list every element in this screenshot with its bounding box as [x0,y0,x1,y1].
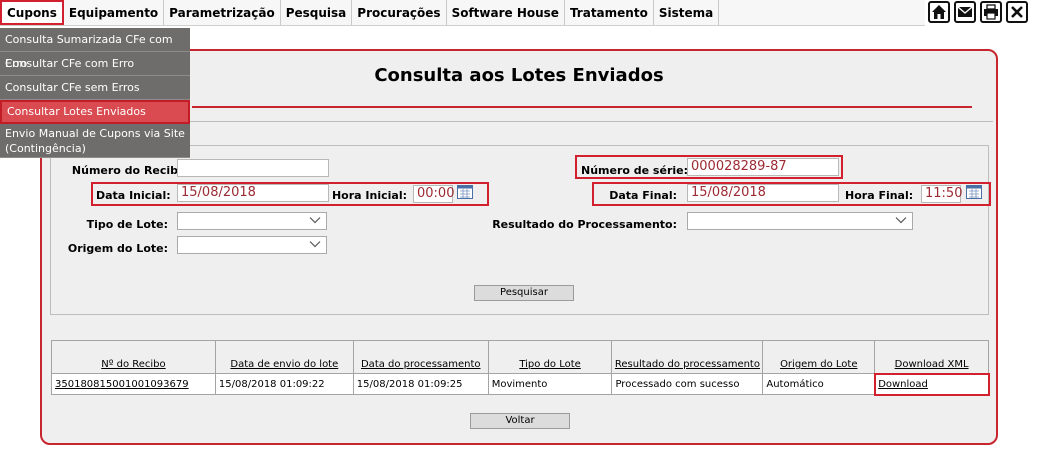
data-final-input[interactable]: 15/08/2018 [687,184,839,202]
menu-item-consultar-lotes-enviados[interactable]: Consultar Lotes Enviados [0,100,190,124]
menu-sistema[interactable]: Sistema [654,0,720,25]
envio-manual-line1: Envio Manual de Cupons via Site [5,127,185,140]
recibo-link[interactable]: 350180815001001093679 [55,379,189,390]
tipo-lote-select[interactable] [177,212,327,230]
mail-button[interactable] [954,1,976,23]
col-header-tipo-lote[interactable]: Tipo do Lote [487,340,613,374]
close-button[interactable] [1006,1,1028,23]
resultado-processamento-label: Resultado do Processamento: [492,218,677,231]
chevron-down-icon [309,241,321,248]
menu-item-consultar-cfe-sem-erros[interactable]: Consultar CFe sem Erros [0,76,190,100]
top-menu-bar: Cupons Equipamento Parametrização Pesqui… [0,0,925,26]
hora-inicial-input[interactable]: 00:00 [413,185,454,203]
menu-cupons[interactable]: Cupons [0,0,64,25]
calendar-icon[interactable] [457,185,473,199]
voltar-button[interactable]: Voltar [470,413,570,429]
toolbar [928,1,1028,23]
mail-icon [957,6,973,17]
col-header-data-envio[interactable]: Data de envio do lote [214,340,354,374]
hora-final-input[interactable]: 11:50 [921,185,962,203]
col-header-download[interactable]: Download XML [874,340,989,374]
tipo-lote-label: Tipo de Lote: [86,218,168,231]
cell-resultado: Processado com sucesso [611,373,764,395]
menu-procuracoes[interactable]: Procurações [352,0,447,25]
table-row: 350180815001001093679 15/08/2018 01:09:2… [51,372,990,396]
close-icon [1011,6,1023,18]
menu-parametrizacao[interactable]: Parametrização [164,0,281,25]
col-header-recibo[interactable]: Nº do Recibo [51,340,216,374]
download-link[interactable]: Download [878,379,928,390]
menu-equipamento[interactable]: Equipamento [64,0,165,25]
print-icon [984,4,998,20]
table-header-row: Nº do Recibo Data de envio do lote Data … [51,340,989,374]
menu-item-envio-manual[interactable]: Envio Manual de Cupons via Site (Conting… [0,124,190,158]
col-header-origem[interactable]: Origem do Lote [762,340,876,374]
numero-recibo-input[interactable] [177,159,329,177]
calendar-icon[interactable] [966,185,982,199]
hora-final-label: Hora Final: [845,189,914,202]
resultado-processamento-select[interactable] [687,212,913,230]
origem-lote-label: Origem do Lote: [67,242,168,255]
menu-item-consulta-sumarizada[interactable]: Consulta Sumarizada CFe com Erro [0,28,190,70]
numero-recibo-label: Número do Recibo: [71,164,190,177]
data-inicial-input[interactable]: 15/08/2018 [177,184,329,202]
chevron-down-icon [309,217,321,224]
cell-data-processamento: 15/08/2018 01:09:25 [352,373,489,395]
cell-tipo: Movimento [487,373,613,395]
home-icon [932,5,946,19]
data-inicial-label: Data Inicial: [96,189,171,202]
col-header-resultado[interactable]: Resultado do processamento [611,340,764,374]
cupons-dropdown-menu: Consulta Sumarizada CFe com Erro Consult… [0,28,190,158]
title-divider [192,106,972,108]
cell-origem: Automático [762,373,876,395]
menu-pesquisa[interactable]: Pesquisa [281,0,353,25]
menu-tratamento[interactable]: Tratamento [565,0,654,25]
origem-lote-select[interactable] [177,236,327,254]
results-table: Nº do Recibo Data de envio do lote Data … [51,340,990,396]
print-button[interactable] [980,1,1002,23]
pesquisar-button[interactable]: Pesquisar [474,285,574,301]
home-button[interactable] [928,1,950,23]
menu-item-consultar-cfe-com-erro[interactable]: Consultar CFe com Erro [0,52,190,76]
cell-download[interactable]: Download [873,372,990,396]
chevron-down-icon [895,217,907,224]
search-form: Número do Recibo: Número de série: 00002… [50,145,991,315]
hora-inicial-label: Hora Inicial: [331,189,407,202]
envio-manual-line2: (Contingência) [5,142,86,155]
cell-data-envio: 15/08/2018 01:09:22 [214,373,354,395]
cell-recibo[interactable]: 350180815001001093679 [51,373,216,395]
data-final-label: Data Final: [609,189,677,202]
numero-serie-input[interactable]: 000028289-87 [687,158,839,176]
menu-software-house[interactable]: Software House [447,0,565,25]
numero-serie-label: Número de série: [581,164,688,177]
col-header-data-processamento[interactable]: Data do processamento [352,340,489,374]
